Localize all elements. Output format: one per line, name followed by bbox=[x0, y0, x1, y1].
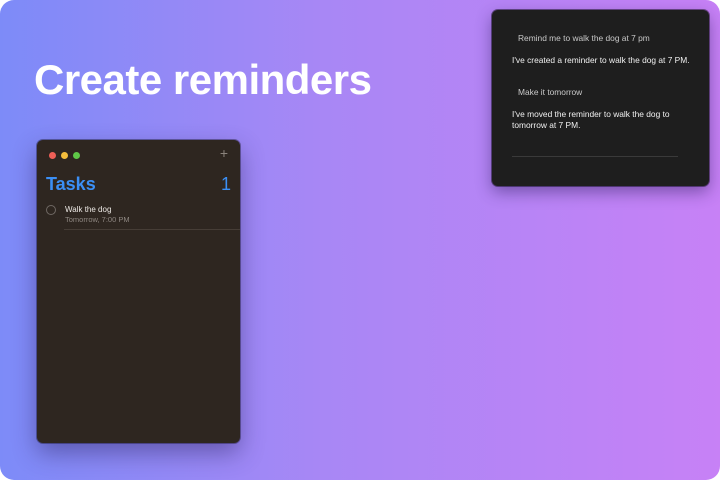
minimize-icon[interactable] bbox=[61, 152, 68, 159]
user-message: Remind me to walk the dog at 7 pm bbox=[518, 33, 650, 43]
window-controls bbox=[49, 152, 80, 159]
plus-icon: + bbox=[219, 145, 229, 161]
task-due-date: Tomorrow, 7:00 PM bbox=[65, 215, 130, 224]
user-message: Make it tomorrow bbox=[518, 87, 583, 97]
assistant-panel: Remind me to walk the dog at 7 pm I've c… bbox=[492, 10, 709, 186]
task-divider bbox=[64, 229, 240, 230]
page-headline: Create reminders bbox=[34, 56, 372, 103]
add-reminder-button[interactable]: + bbox=[217, 146, 231, 160]
checkbox-circle-icon[interactable] bbox=[46, 205, 56, 215]
close-icon[interactable] bbox=[49, 152, 56, 159]
assistant-message: I've created a reminder to walk the dog … bbox=[512, 55, 690, 65]
list-title: Tasks bbox=[46, 174, 96, 194]
list-count: 1 bbox=[220, 174, 231, 194]
zoom-icon[interactable] bbox=[73, 152, 80, 159]
assistant-input-divider[interactable] bbox=[512, 156, 678, 157]
task-title[interactable]: Walk the dog bbox=[65, 205, 111, 214]
assistant-message: I've moved the reminder to walk the dog … bbox=[512, 109, 670, 130]
task-row[interactable]: Walk the dog Tomorrow, 7:00 PM bbox=[46, 204, 240, 230]
reminders-window: + Tasks 1 Walk the dog Tomorrow, 7:00 PM bbox=[37, 140, 240, 443]
